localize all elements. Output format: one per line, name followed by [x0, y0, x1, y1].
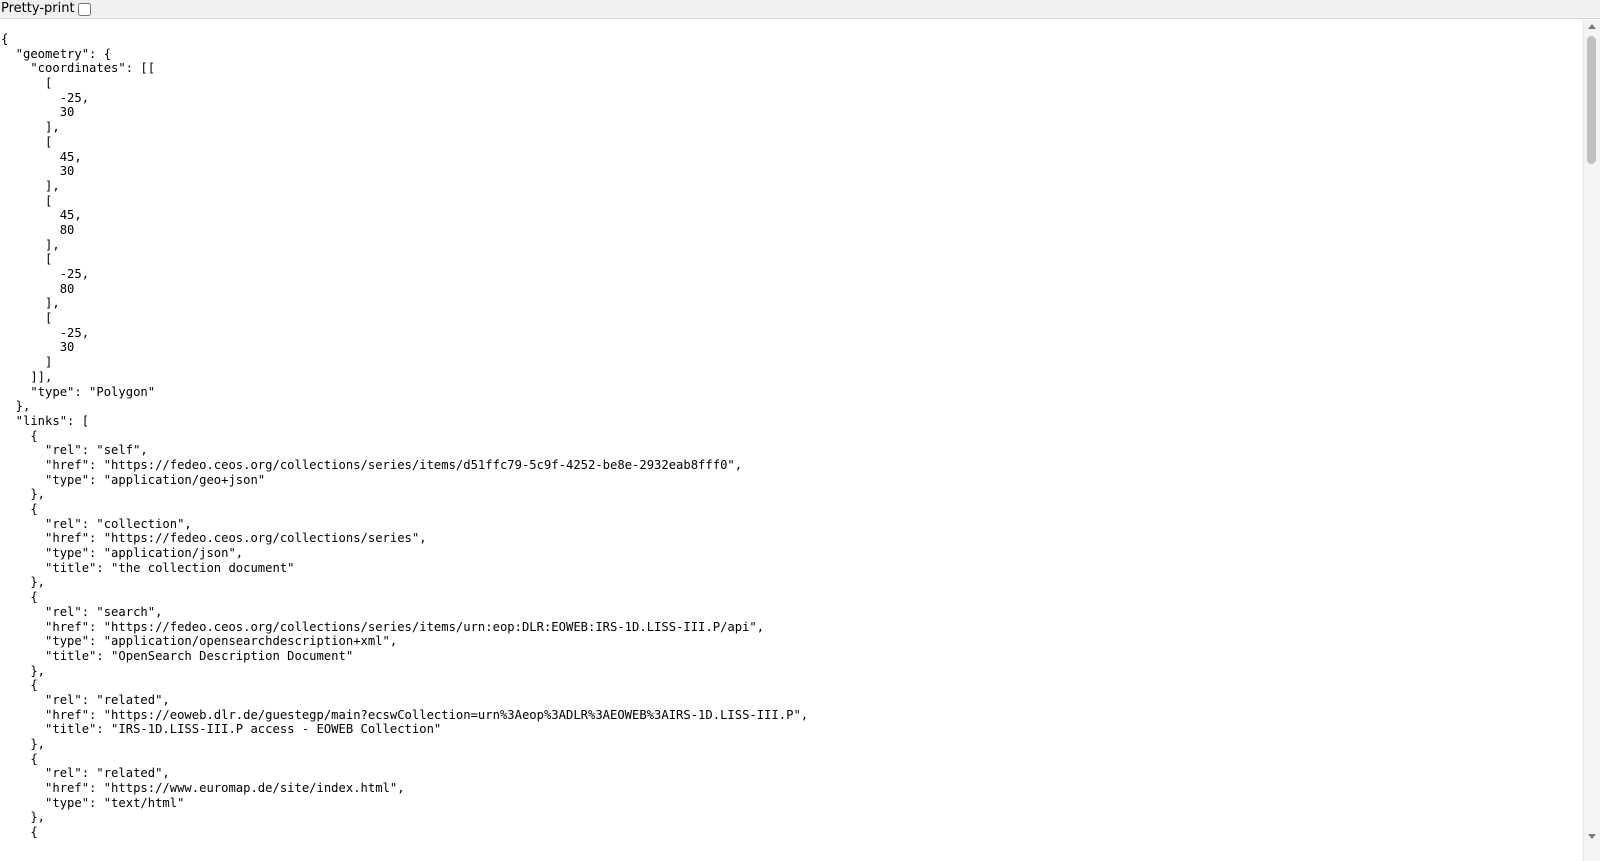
json-line: { — [1, 428, 38, 443]
scrollbar-thumb[interactable] — [1587, 36, 1596, 164]
json-line: "href": "https://fedeo.ceos.org/collecti… — [1, 619, 765, 634]
scroll-down-arrow-icon — [1588, 834, 1596, 839]
json-line: }, — [1, 399, 31, 414]
json-line: -25, — [1, 267, 90, 281]
json-line: "rel": "collection", — [1, 516, 192, 531]
json-line: }, — [1, 487, 46, 502]
json-line: "title": "IRS-1D.LISS-III.P access - EOW… — [1, 722, 442, 737]
json-line: "rel": "search", — [1, 604, 163, 619]
json-line: { — [1, 678, 38, 693]
pretty-print-toggle[interactable]: Pretty-print — [1, 1, 91, 17]
json-line: [ — [1, 252, 53, 267]
json-line: "href": "https://fedeo.ceos.org/collecti… — [1, 531, 427, 546]
json-line: ], — [1, 296, 60, 311]
json-document: { "geometry": { "coordinates": [[ [ -25,… — [0, 20, 1583, 840]
json-line: { — [1, 825, 38, 840]
json-line: "links": [ — [1, 413, 90, 428]
json-line: { — [1, 590, 38, 605]
json-viewer[interactable]: { "geometry": { "coordinates": [[ [ -25,… — [0, 20, 1583, 861]
json-line: "rel": "related", — [1, 766, 170, 781]
json-line: }, — [1, 575, 46, 590]
json-line: "type": "application/opensearchdescripti… — [1, 634, 398, 649]
json-line: ], — [1, 237, 60, 252]
json-line: { — [1, 32, 9, 46]
json-line: 30 — [1, 340, 75, 355]
json-line: "href": "https://www.euromap.de/site/ind… — [1, 781, 405, 796]
json-line: "type": "Polygon" — [1, 384, 156, 399]
pretty-print-label: Pretty-print — [1, 1, 75, 16]
json-line: { — [1, 502, 38, 516]
json-line: 30 — [1, 105, 75, 120]
json-line: "type": "application/geo+json" — [1, 472, 266, 487]
json-line: [ — [1, 193, 53, 208]
toolbar: Pretty-print — [0, 0, 1600, 19]
json-line: [ — [1, 311, 53, 326]
json-line: }, — [1, 663, 46, 678]
json-line: "href": "https://fedeo.ceos.org/collecti… — [1, 457, 743, 472]
json-line: ], — [1, 178, 60, 193]
scroll-up-button[interactable] — [1584, 20, 1600, 33]
json-line: { — [1, 751, 38, 766]
json-line: ]], — [1, 369, 53, 384]
json-line: "type": "text/html" — [1, 795, 185, 810]
json-line: 80 — [1, 281, 75, 296]
json-line: ], — [1, 120, 60, 135]
vertical-scrollbar[interactable] — [1583, 20, 1600, 861]
json-line: -25, — [1, 325, 90, 340]
json-line: "type": "application/json", — [1, 546, 244, 561]
scroll-up-arrow-icon — [1588, 24, 1596, 29]
json-line: "href": "https://eoweb.dlr.de/guestegp/m… — [1, 707, 809, 722]
json-line: 30 — [1, 164, 75, 179]
json-line: "title": "OpenSearch Description Documen… — [1, 648, 354, 663]
json-line: 45, — [1, 149, 82, 164]
json-line: "title": "the collection document" — [1, 560, 295, 575]
json-line: ] — [1, 355, 53, 370]
json-line: -25, — [1, 90, 90, 105]
json-line: [ — [1, 76, 53, 91]
json-line: 80 — [1, 222, 75, 237]
json-line: }, — [1, 810, 46, 825]
json-line: 45, — [1, 208, 82, 223]
json-line: }, — [1, 737, 46, 751]
pretty-print-checkbox[interactable] — [77, 2, 91, 16]
json-line: "rel": "self", — [1, 443, 148, 458]
json-line: "rel": "related", — [1, 692, 170, 707]
json-line: [ — [1, 134, 53, 149]
json-line: "geometry": { — [1, 46, 112, 61]
json-line: "coordinates": [[ — [1, 61, 156, 76]
scroll-down-button[interactable] — [1584, 830, 1600, 843]
